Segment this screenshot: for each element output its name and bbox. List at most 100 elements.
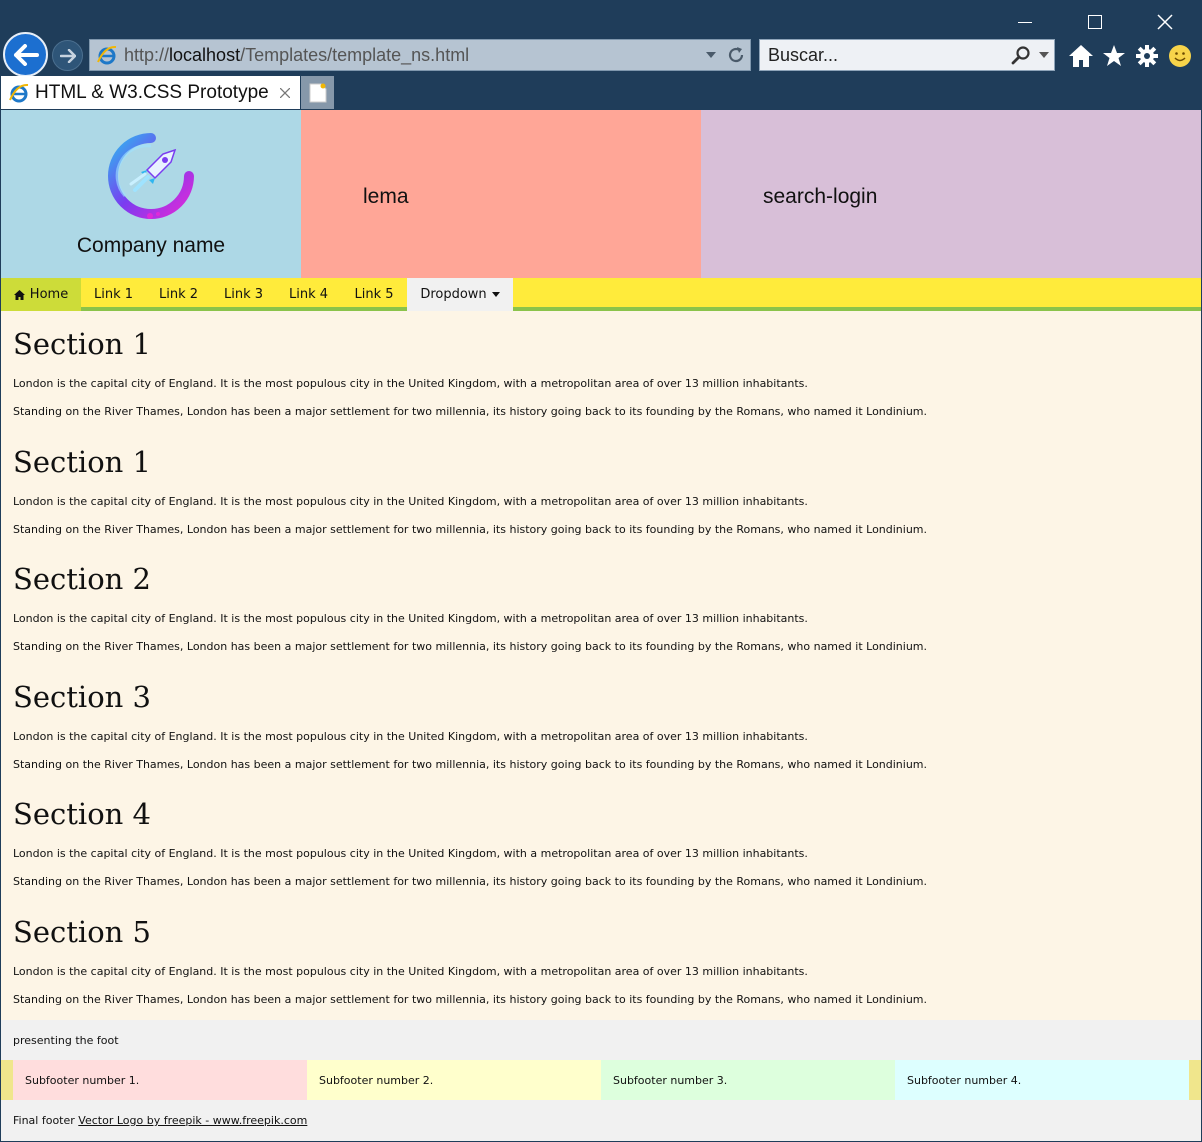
home-icon [13, 289, 25, 300]
page-header: Company name lema search-login [1, 110, 1201, 278]
url-path: /Templates/template_ns.html [240, 44, 470, 65]
section-paragraph: London is the capital city of England. I… [13, 847, 808, 860]
subfooter-row: Subfooter number 1. Subfooter number 2. … [1, 1060, 1201, 1100]
section: Section 1 London is the capital city of … [13, 433, 1193, 551]
minimize-icon [1018, 21, 1032, 23]
tab-close-button[interactable] [274, 82, 296, 104]
search-dropdown-button[interactable] [1034, 40, 1054, 70]
freepik-link[interactable]: Vector Logo by freepik - www.freepik.com [78, 1114, 307, 1127]
home-icon [1069, 45, 1093, 67]
nav-link-5[interactable]: Link 5 [341, 278, 407, 311]
subfooter-text: Subfooter number 3. [613, 1074, 728, 1087]
section: Section 4 London is the capital city of … [13, 785, 1193, 903]
section-title: Section 1 [13, 444, 152, 479]
new-tab-icon [309, 83, 326, 102]
nav-link-1[interactable]: Link 1 [81, 278, 146, 311]
section-paragraph: London is the capital city of England. I… [13, 729, 808, 743]
url-host: localhost [169, 44, 241, 65]
new-tab-button[interactable] [301, 76, 334, 109]
chevron-down-icon [706, 52, 716, 58]
address-url: http://localhost/Templates/template_ns.h… [124, 45, 700, 66]
section-paragraph: Standing on the River Thames, London has… [13, 992, 928, 1006]
search-icon [1011, 46, 1030, 65]
web-page: Company name lema search-login Home Link… [1, 110, 1201, 1141]
section-title: Section 3 [13, 679, 152, 714]
subfooter-text: Subfooter number 1. [25, 1074, 140, 1087]
section-paragraph: Standing on the River Thames, London has… [13, 875, 928, 888]
smiley-icon [1169, 45, 1191, 67]
final-footer: Final footer Vector Logo by freepik - ww… [1, 1100, 1201, 1141]
refresh-button[interactable] [722, 40, 750, 70]
ie-icon [94, 42, 120, 68]
nav-link-4[interactable]: Link 4 [276, 278, 341, 311]
favorites-button[interactable] [1099, 40, 1129, 72]
section: Section 5 London is the capital city of … [13, 903, 1193, 1021]
ie-icon [7, 81, 31, 105]
browser-tab[interactable]: HTML & W3.CSS Prototype [1, 76, 300, 109]
browser-chrome: http://localhost/Templates/template_ns.h… [0, 0, 1202, 110]
search-box[interactable]: Buscar... [759, 39, 1055, 71]
nav-link-2[interactable]: Link 2 [146, 278, 211, 311]
final-footer-prefix: Final footer [13, 1114, 75, 1127]
lema-area: lema [301, 110, 701, 278]
address-bar[interactable]: http://localhost/Templates/template_ns.h… [89, 39, 751, 71]
star-icon [1103, 45, 1125, 66]
section-paragraph: London is the capital city of England. I… [13, 377, 808, 390]
address-dropdown-button[interactable] [700, 40, 722, 70]
subfooter-text: Subfooter number 2. [319, 1074, 434, 1087]
section: Section 2 London is the capital city of … [13, 550, 1193, 668]
nav-link-3[interactable]: Link 3 [211, 278, 276, 311]
subfooter-text: Subfooter number 4. [907, 1074, 1022, 1087]
section: Section 1 London is the capital city of … [13, 315, 1193, 433]
company-name: Company name [76, 234, 226, 257]
forward-button[interactable] [52, 40, 83, 71]
close-icon [280, 87, 290, 98]
maximize-icon [1088, 15, 1102, 29]
tab-title: HTML & W3.CSS Prototype [35, 81, 269, 103]
nav-dropdown-label: Dropdown [420, 287, 487, 302]
section-paragraph: Standing on the River Thames, London has… [13, 640, 928, 653]
foot-text: presenting the foot [13, 1034, 119, 1047]
forward-icon [59, 48, 76, 63]
subfooter-2: Subfooter number 2. [307, 1060, 601, 1100]
section-title: Section 2 [13, 562, 152, 596]
navbar: Home Link 1 Link 2 Link 3 Link 4 Link 5 … [1, 278, 1201, 311]
search-input[interactable]: Buscar... [768, 45, 1008, 66]
subfooter-1: Subfooter number 1. [13, 1060, 307, 1100]
search-login-area: search-login [701, 110, 1201, 278]
section-title: Section 5 [13, 914, 152, 949]
lema-text: lema [363, 185, 409, 208]
back-button[interactable] [3, 32, 48, 77]
subfooter-4: Subfooter number 4. [895, 1060, 1189, 1100]
chevron-down-icon [1039, 52, 1049, 58]
close-window-button[interactable] [1142, 0, 1188, 44]
feedback-button[interactable] [1165, 40, 1195, 72]
section-paragraph: Standing on the River Thames, London has… [13, 405, 928, 418]
gear-icon [1136, 45, 1158, 67]
close-icon [1157, 14, 1173, 30]
maximize-button[interactable] [1072, 0, 1118, 44]
subfooter-3: Subfooter number 3. [601, 1060, 895, 1100]
section-paragraph: Standing on the River Thames, London has… [13, 522, 928, 536]
caret-down-icon [491, 292, 500, 297]
back-icon [13, 43, 39, 66]
section: Section 3 London is the capital city of … [13, 668, 1193, 786]
section-title: Section 4 [13, 797, 152, 831]
url-protocol: http:// [124, 44, 170, 65]
main-content: Section 1 London is the capital city of … [13, 315, 1193, 1020]
section-paragraph: London is the capital city of England. I… [13, 494, 808, 508]
nav-home[interactable]: Home [1, 278, 81, 311]
rocket-logo-icon [108, 133, 194, 219]
home-button[interactable] [1066, 40, 1096, 72]
foot: presenting the foot [1, 1020, 1201, 1060]
section-paragraph: London is the capital city of England. I… [13, 612, 808, 625]
refresh-icon [728, 47, 744, 63]
nav-dropdown[interactable]: Dropdown [407, 278, 513, 311]
search-button[interactable] [1008, 40, 1034, 70]
section-title: Section 1 [13, 327, 152, 361]
settings-button[interactable] [1132, 40, 1162, 72]
minimize-button[interactable] [1002, 0, 1048, 44]
section-paragraph: Standing on the River Thames, London has… [13, 757, 928, 771]
final-footer-text: Final footer Vector Logo by freepik - ww… [13, 1114, 307, 1127]
nav-home-label: Home [29, 287, 69, 302]
